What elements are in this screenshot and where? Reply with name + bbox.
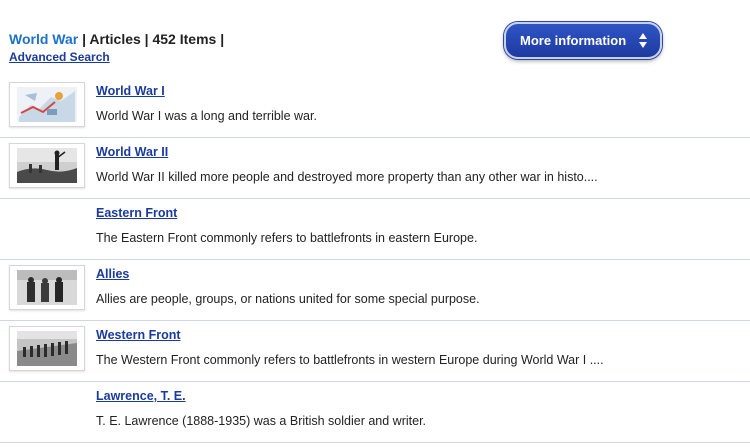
thumbnail-map-illustration[interactable] — [9, 82, 85, 127]
article-link-allies[interactable]: Allies — [96, 267, 129, 281]
advanced-search-link[interactable]: Advanced Search — [9, 50, 110, 64]
more-information-label: More information — [520, 33, 627, 48]
separator: | — [220, 31, 225, 47]
article-link-world-war-i[interactable]: World War I — [96, 84, 165, 98]
list-item: Western Front The Western Front commonly… — [0, 321, 750, 382]
thumbnail-soldiers-photo[interactable] — [9, 143, 85, 188]
list-item: Lawrence, T. E. T. E. Lawrence (1888-193… — [0, 382, 750, 443]
article-link-world-war-ii[interactable]: World War II — [96, 145, 168, 159]
topic-label[interactable]: World War — [9, 31, 78, 47]
separator: | — [82, 31, 87, 47]
item-count: 452 Items — [152, 31, 217, 47]
list-item: Eastern Front The Eastern Front commonly… — [0, 199, 750, 260]
article-description: World War I was a long and terrible war. — [96, 109, 317, 123]
more-information-button[interactable]: More information — [504, 22, 662, 59]
thumbnail-leaders-photo[interactable] — [9, 265, 85, 310]
article-link-lawrence-t-e[interactable]: Lawrence, T. E. — [96, 389, 186, 403]
article-description: T. E. Lawrence (1888-1935) was a British… — [96, 414, 427, 428]
separator: | — [144, 31, 149, 47]
article-description: The Eastern Front commonly refers to bat… — [96, 231, 478, 245]
results-list: World War I World War I was a long and t… — [0, 77, 750, 443]
article-link-eastern-front[interactable]: Eastern Front — [96, 206, 177, 220]
up-down-arrows-icon — [636, 33, 650, 48]
article-link-western-front[interactable]: Western Front — [96, 328, 181, 342]
thumbnail-troops-march-photo[interactable] — [9, 326, 85, 371]
list-item: World War I World War I was a long and t… — [0, 77, 750, 138]
section-label: Articles — [89, 31, 141, 47]
list-item: World War II World War II killed more pe… — [0, 138, 750, 199]
list-item: Allies Allies are people, groups, or nat… — [0, 260, 750, 321]
article-description: World War II killed more people and dest… — [96, 170, 598, 184]
article-description: Allies are people, groups, or nations un… — [96, 292, 480, 306]
article-description: The Western Front commonly refers to bat… — [96, 353, 604, 367]
